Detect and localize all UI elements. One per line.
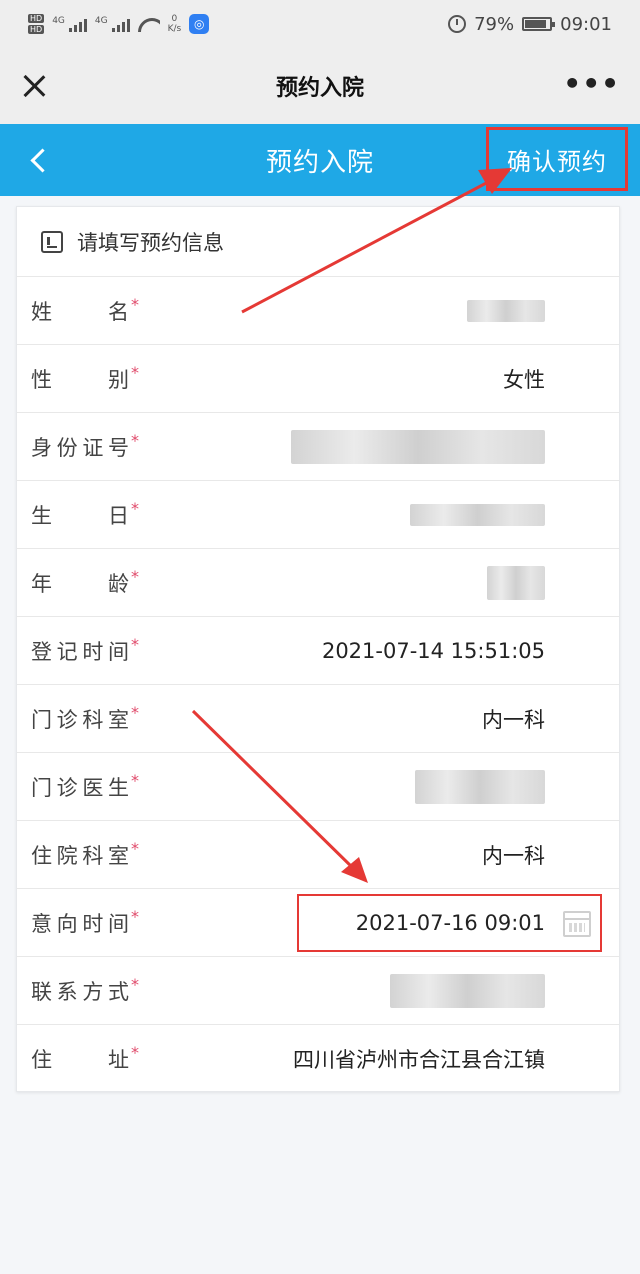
field-register-time[interactable]: 登记时间 * 2021-07-14 15:51:05 bbox=[17, 617, 619, 685]
app-notification-icon: ◎ bbox=[189, 14, 210, 34]
redacted-value bbox=[390, 973, 545, 1008]
field-name[interactable]: 姓名 * bbox=[17, 277, 619, 345]
field-address[interactable]: 住址 * 四川省泸州市合江县合江镇 bbox=[17, 1025, 619, 1093]
status-left: HD HD 4G 4G 0 K/s ◎ bbox=[28, 14, 210, 34]
field-label: 性别 bbox=[31, 367, 129, 392]
field-label: 生日 bbox=[31, 503, 129, 528]
battery-icon bbox=[522, 17, 556, 31]
signal-icon: 4G bbox=[52, 16, 87, 32]
signal-icon-2: 4G bbox=[95, 16, 130, 32]
required-mark: * bbox=[131, 770, 139, 790]
speed-value: 0 bbox=[171, 14, 178, 24]
field-contact[interactable]: 联系方式 * bbox=[17, 957, 619, 1025]
redacted-value bbox=[467, 299, 545, 322]
redacted-value bbox=[410, 503, 545, 526]
field-inpatient-dept[interactable]: 住院科室 * 内一科 bbox=[17, 821, 619, 889]
more-icon[interactable]: ••• bbox=[563, 70, 620, 98]
required-mark: * bbox=[131, 498, 139, 518]
field-label: 年龄 bbox=[31, 571, 129, 596]
booking-form-card: 请填写预约信息 姓名 * 性别 * 女性 身份证号 * 生日 * 年龄 * 登记时间 * 2… bbox=[16, 206, 620, 1092]
field-age[interactable]: 年龄 * bbox=[17, 549, 619, 617]
field-id-number[interactable]: 身份证号 * bbox=[17, 413, 619, 481]
field-intended-time[interactable]: 意向时间 * 2021-07-16 09:01 bbox=[17, 889, 619, 957]
status-right: 79% 09:01 bbox=[448, 14, 612, 35]
battery-percent: 79% bbox=[474, 13, 515, 35]
field-label: 住址 bbox=[31, 1048, 129, 1072]
clock: 09:01 bbox=[560, 13, 612, 35]
required-mark: * bbox=[131, 1043, 139, 1062]
form-icon bbox=[41, 230, 63, 253]
field-label: 住院科室 bbox=[31, 843, 129, 868]
field-label: 意向时间 bbox=[31, 911, 129, 936]
field-value: 四川省泸州市合江县合江镇 bbox=[293, 1048, 545, 1072]
calendar-icon[interactable] bbox=[563, 911, 591, 937]
field-label: 门诊科室 bbox=[31, 707, 129, 732]
field-label: 姓名 bbox=[31, 299, 129, 324]
form-section-title: 请填写预约信息 bbox=[77, 230, 224, 255]
field-value: 女性 bbox=[503, 367, 545, 392]
field-value: 内一科 bbox=[482, 843, 545, 868]
redacted-value bbox=[487, 565, 545, 600]
highlight-box bbox=[297, 894, 602, 952]
form-section-header: 请填写预约信息 bbox=[17, 207, 619, 277]
field-birthday[interactable]: 生日 * bbox=[17, 481, 619, 549]
field-value: 内一科 bbox=[482, 707, 545, 732]
required-mark: * bbox=[131, 974, 139, 994]
field-value: 2021-07-14 15:51:05 bbox=[321, 638, 545, 663]
field-gender[interactable]: 性别 * 女性 bbox=[17, 345, 619, 413]
required-mark: * bbox=[131, 702, 139, 722]
field-label: 登记时间 bbox=[31, 639, 129, 664]
field-label: 门诊医生 bbox=[31, 775, 129, 800]
nav-title: 预约入院 bbox=[275, 76, 364, 101]
required-mark: * bbox=[131, 566, 139, 586]
nav-bar: 预约入院 ••• bbox=[0, 48, 640, 124]
redacted-value bbox=[291, 429, 545, 464]
required-mark: * bbox=[131, 634, 139, 654]
speed-unit: K/s bbox=[167, 24, 182, 34]
back-icon[interactable] bbox=[26, 146, 54, 174]
confirm-booking-button[interactable]: 确认预约 bbox=[486, 127, 628, 191]
close-icon[interactable] bbox=[16, 68, 52, 104]
required-mark: * bbox=[131, 838, 139, 858]
required-mark: * bbox=[131, 906, 139, 926]
redacted-value bbox=[415, 769, 545, 804]
field-label: 身份证号 bbox=[31, 435, 129, 460]
status-bar: HD HD 4G 4G 0 K/s ◎ 79% 09:01 bbox=[0, 0, 640, 48]
field-outpatient-doctor[interactable]: 门诊医生 * bbox=[17, 753, 619, 821]
field-label: 联系方式 bbox=[31, 979, 129, 1004]
required-mark: * bbox=[131, 430, 139, 450]
network-speed: 0 K/s bbox=[168, 14, 182, 34]
field-outpatient-dept[interactable]: 门诊科室 * 内一科 bbox=[17, 685, 619, 753]
page-title: 预约入院 bbox=[265, 147, 374, 178]
wifi-icon bbox=[138, 16, 160, 32]
required-mark: * bbox=[131, 362, 139, 382]
app-header: 预约入院 确认预约 bbox=[0, 124, 640, 196]
required-mark: * bbox=[131, 294, 139, 314]
hd-icon: HD HD bbox=[28, 14, 45, 34]
alarm-icon bbox=[448, 15, 467, 33]
